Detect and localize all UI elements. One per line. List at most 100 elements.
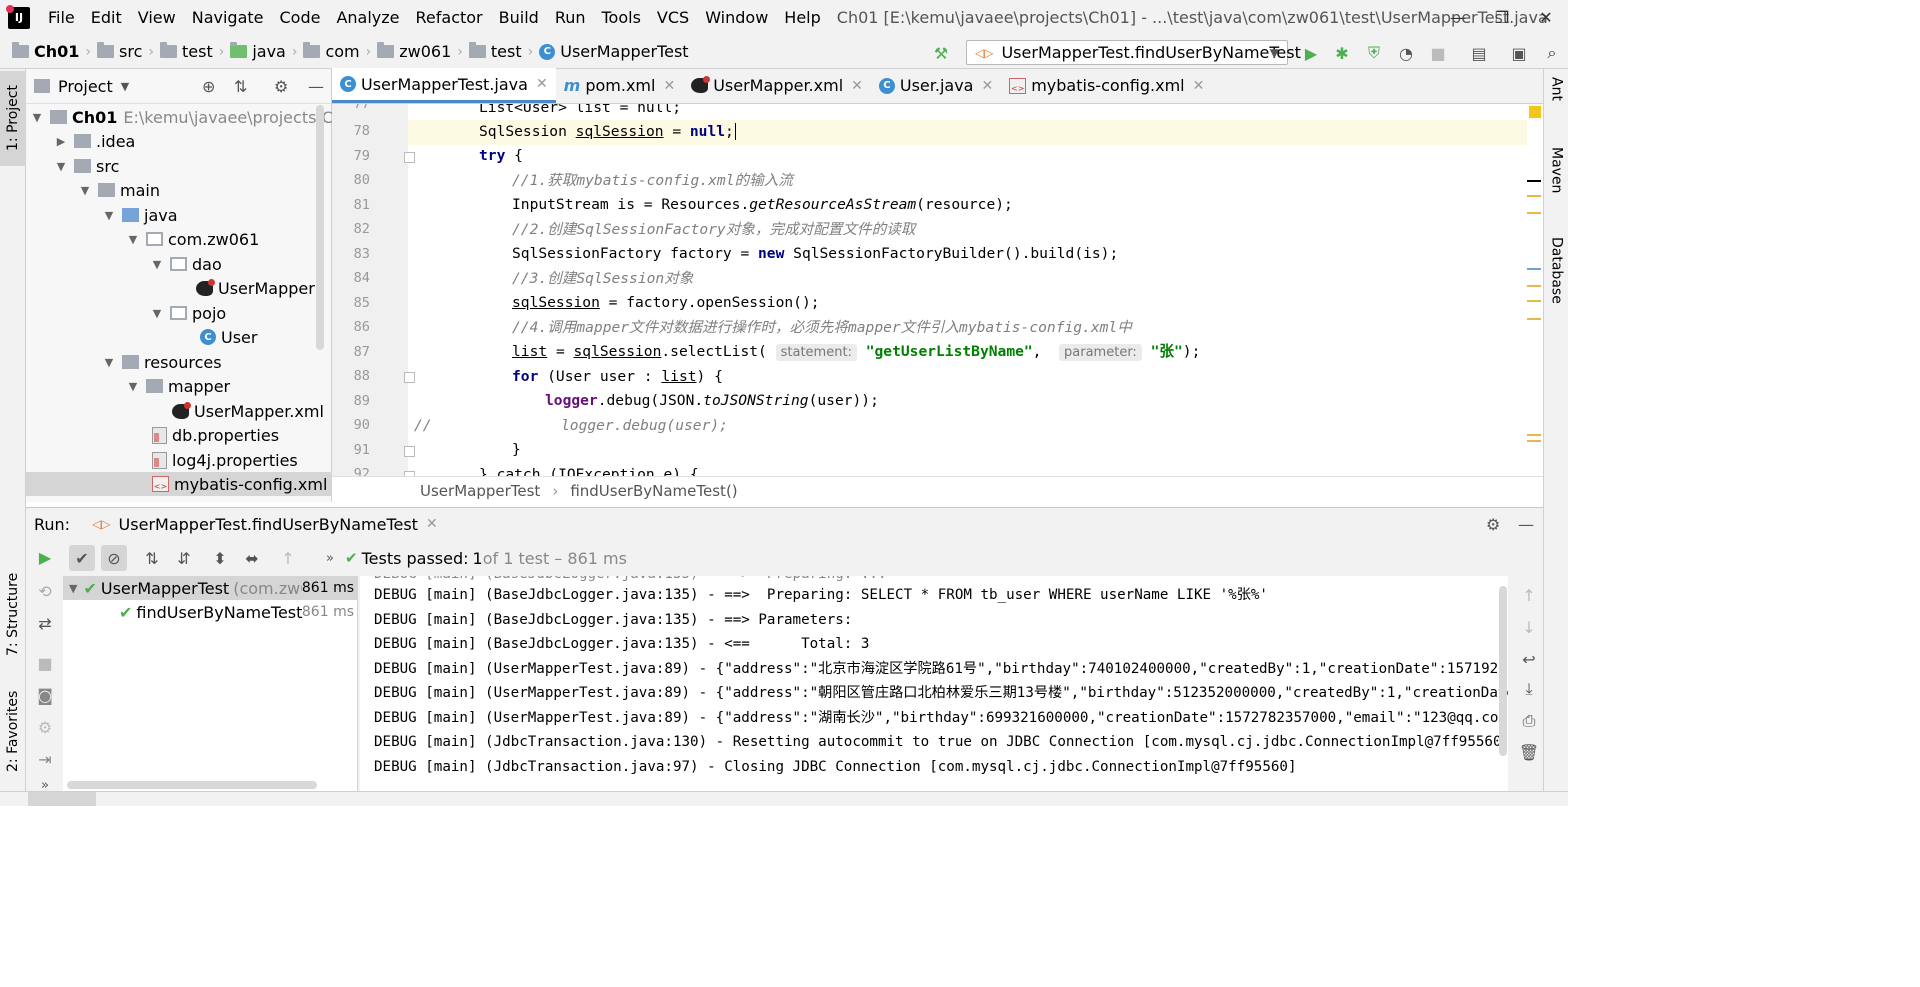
fold-marker-icon[interactable] [404, 372, 415, 383]
close-tab-icon[interactable]: ✕ [536, 76, 548, 92]
menu-window[interactable]: Window [697, 0, 776, 35]
stop-icon[interactable]: ■ [1429, 44, 1447, 63]
profile-icon[interactable]: ◔ [1397, 44, 1415, 63]
menu-help[interactable]: Help [776, 0, 828, 35]
tool-window-tab[interactable] [28, 792, 96, 806]
tab-project[interactable]: 1: Project [0, 71, 26, 166]
tab-ant[interactable]: Ant [1544, 77, 1569, 137]
menu-file[interactable]: File [40, 0, 83, 35]
menu-run[interactable]: Run [547, 0, 594, 35]
tree-item-src[interactable]: ▼ src [54, 154, 120, 178]
collapse-all-icon[interactable]: ⬌ [239, 545, 265, 571]
toggle-auto-test-icon[interactable]: ⇄ [32, 610, 58, 636]
search-icon[interactable]: ⌕ [1543, 43, 1561, 62]
rerun-failed-icon[interactable]: ⟲ [32, 578, 58, 604]
fold-marker-icon[interactable] [404, 152, 415, 163]
close-tab-icon[interactable]: ✕ [663, 78, 675, 94]
minimize-icon[interactable]: — [1436, 0, 1480, 35]
gear-icon[interactable]: ⚙ [1486, 515, 1500, 534]
run-tab[interactable]: UserMapperTest.findUserByNameTest [119, 515, 418, 534]
tab-mybatis-config-xml[interactable]: <> mybatis-config.xml ✕ [1001, 68, 1212, 103]
menu-edit[interactable]: Edit [83, 0, 130, 35]
previous-failed-icon[interactable]: ↑ [275, 545, 301, 571]
down-arrow-icon[interactable]: ↓ [1516, 614, 1542, 640]
crumb-method[interactable]: findUserByNameTest() [570, 482, 737, 500]
debug-icon[interactable]: ✱ [1333, 44, 1351, 63]
tree-item-db-properties[interactable]: db.properties [152, 423, 279, 447]
soft-wrap-icon[interactable]: ↩ [1516, 646, 1542, 672]
tab-usermapper-xml[interactable]: UserMapper.xml ✕ [683, 68, 871, 103]
camera-icon[interactable]: ◙ [32, 682, 58, 708]
close-tab-icon[interactable]: ✕ [851, 78, 863, 94]
collapse-all-icon[interactable]: ⇅ [234, 77, 247, 96]
tree-item-user[interactable]: C User [200, 325, 257, 349]
tab-maven[interactable]: Maven [1544, 147, 1569, 217]
up-arrow-icon[interactable]: ↑ [1516, 582, 1542, 608]
tree-item-ch01[interactable]: ▼ Ch01 E:\kemu\javaee\projects\Ch01 [30, 105, 364, 129]
terminal-icon[interactable]: ▣ [1510, 44, 1528, 63]
tree-item-pojo[interactable]: ▼ pojo [150, 301, 226, 325]
breadcrumb-com[interactable]: com › [297, 42, 371, 61]
project-scrollbar[interactable] [316, 105, 324, 350]
print-icon[interactable]: ⎙ [1516, 708, 1542, 734]
run-configuration-select[interactable]: ◁▷ UserMapperTest.findUserByNameTest ▼ [966, 40, 1301, 65]
run-icon[interactable]: ▶ [1302, 44, 1320, 63]
breadcrumb-java[interactable]: java › [224, 42, 297, 61]
tree-item-usermapper-xml[interactable]: UserMapper.xml [172, 399, 324, 423]
test-row-class[interactable]: ▼ ✔ UserMapperTest (com.zw06 861 ms [63, 576, 358, 600]
tree-item-usermapper[interactable]: UserMapper [196, 276, 315, 300]
close-tab-icon[interactable]: ✕ [426, 516, 438, 532]
fold-marker-icon[interactable] [404, 446, 415, 457]
show-ignored-icon[interactable]: ⊘ [101, 545, 127, 571]
tree-item-main[interactable]: ▼ main [78, 178, 160, 202]
breadcrumb-ch01[interactable]: Ch01 › [0, 42, 91, 61]
coverage-icon[interactable]: ⛨ [1365, 43, 1383, 62]
stop-icon[interactable]: ■ [32, 650, 58, 676]
menu-navigate[interactable]: Navigate [184, 0, 272, 35]
sort-duration-icon[interactable]: ⇵ [171, 545, 197, 571]
project-structure-icon[interactable]: ▤ [1470, 44, 1488, 63]
tree-item-mybatis-config-xml[interactable]: <> mybatis-config.xml [26, 472, 332, 496]
menu-tools[interactable]: Tools [594, 0, 649, 35]
hide-icon[interactable]: — [1518, 515, 1534, 534]
menu-code[interactable]: Code [272, 0, 329, 35]
close-window-icon[interactable]: ✕ [1524, 0, 1568, 35]
close-tab-icon[interactable]: ✕ [1193, 78, 1205, 94]
clear-trash-icon[interactable]: 🗑 [1516, 739, 1542, 765]
tab-database[interactable]: Database [1544, 237, 1569, 327]
exit-icon[interactable]: ⇥ [32, 746, 58, 772]
tab-pom-xml[interactable]: m pom.xml ✕ [556, 68, 684, 103]
tree-item-com-zw061[interactable]: ▼ com.zw061 [126, 227, 260, 251]
tree-item-java[interactable]: ▼ java [102, 203, 178, 227]
locate-icon[interactable]: ⊕ [202, 77, 215, 96]
sort-alpha-icon[interactable]: ⇅ [139, 545, 165, 571]
tree-item-dao[interactable]: ▼ dao [150, 252, 222, 276]
menu-build[interactable]: Build [491, 0, 547, 35]
scroll-to-end-icon[interactable]: ⤓ [1516, 676, 1542, 702]
show-passed-icon[interactable]: ✔ [69, 545, 95, 571]
expand-all-icon[interactable]: ⬍ [207, 545, 233, 571]
breadcrumb-usermappertest[interactable]: C UserMapperTest [533, 42, 689, 61]
tab-user-java[interactable]: C User.java ✕ [871, 68, 1001, 103]
breadcrumb-zw061[interactable]: zw061 › [371, 42, 463, 61]
menu-refactor[interactable]: Refactor [408, 0, 491, 35]
hide-icon[interactable]: — [308, 77, 324, 96]
restore-icon[interactable]: ❐ [1480, 0, 1524, 35]
settings-gear-icon[interactable]: ⚙ [32, 714, 58, 740]
breadcrumb-test-pkg[interactable]: test › [463, 42, 533, 61]
code-editor[interactable]: 77 78 79 80 81 82 83 84 85 86 87 88 89 9… [332, 104, 1543, 476]
tab-structure[interactable]: 7: Structure [0, 564, 26, 664]
crumb-class[interactable]: UserMapperTest [420, 482, 540, 500]
tree-item-idea[interactable]: ▶ .idea [54, 129, 136, 153]
tab-usermappertest-java[interactable]: C UserMapperTest.java ✕ [332, 68, 556, 103]
menu-vcs[interactable]: VCS [649, 0, 697, 35]
tree-item-resources[interactable]: ▼ resources [102, 350, 222, 374]
editor-scrollbar[interactable] [1527, 104, 1543, 476]
gear-icon[interactable]: ⚙ [274, 77, 288, 96]
test-row-method[interactable]: ✔ findUserByNameTest 861 ms [63, 600, 358, 624]
build-hammer-icon[interactable]: ⚒ [932, 44, 950, 63]
menu-view[interactable]: View [130, 0, 184, 35]
tree-hscrollbar[interactable] [67, 781, 317, 789]
warning-indicator-icon[interactable] [1529, 106, 1541, 118]
project-title[interactable]: Project [58, 77, 113, 96]
